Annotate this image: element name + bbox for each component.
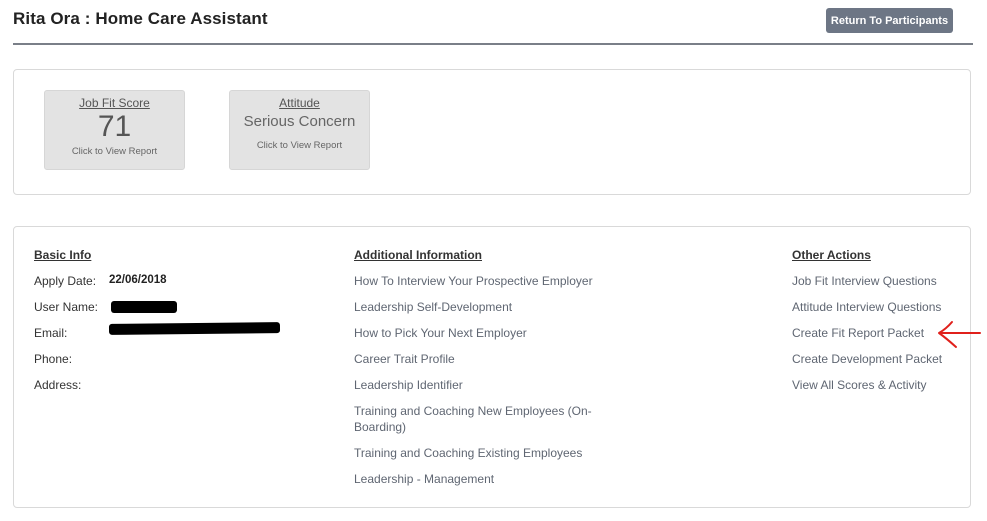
- page-title: Rita Ora : Home Care Assistant: [13, 9, 268, 28]
- basic-info-heading: Basic Info: [34, 248, 92, 262]
- job-fit-score-value: 71: [97, 110, 132, 143]
- other-actions-heading: Other Actions: [792, 248, 871, 262]
- attitude-card[interactable]: Attitude Serious Concern Click to View R…: [229, 90, 370, 170]
- link-job-fit-interview-questions[interactable]: Job Fit Interview Questions: [792, 273, 937, 289]
- apply-date-label: Apply Date:: [34, 274, 97, 288]
- attitude-title[interactable]: Attitude: [230, 96, 369, 110]
- link-training-existing-employees[interactable]: Training and Coaching Existing Employees: [354, 445, 582, 461]
- job-fit-score-title[interactable]: Job Fit Score: [45, 96, 184, 110]
- attitude-value: Serious Concern: [243, 113, 356, 130]
- job-fit-score-card[interactable]: Job Fit Score 71 Click to View Report: [44, 90, 185, 170]
- scores-panel: Job Fit Score 71 Click to View Report At…: [13, 69, 971, 195]
- link-leadership-identifier[interactable]: Leadership Identifier: [354, 377, 463, 393]
- attitude-view-report-hint: Click to View Report: [256, 140, 343, 151]
- link-view-all-scores-activity[interactable]: View All Scores & Activity: [792, 377, 927, 393]
- additional-info-heading: Additional Information: [354, 248, 482, 262]
- return-to-participants-button[interactable]: Return To Participants: [826, 8, 953, 33]
- link-training-new-employees-line2[interactable]: Boarding): [354, 419, 406, 435]
- user-name-label: User Name:: [34, 300, 99, 314]
- link-career-trait-profile[interactable]: Career Trait Profile: [354, 351, 455, 367]
- link-training-new-employees[interactable]: Training and Coaching New Employees (On-: [354, 403, 592, 419]
- job-fit-view-report-hint: Click to View Report: [71, 146, 158, 157]
- phone-label: Phone:: [34, 352, 73, 366]
- email-redaction: [108, 322, 281, 335]
- link-how-to-interview-employer[interactable]: How To Interview Your Prospective Employ…: [354, 273, 593, 289]
- link-leadership-self-development[interactable]: Leadership Self-Development: [354, 299, 512, 315]
- link-create-fit-report-packet[interactable]: Create Fit Report Packet: [792, 325, 924, 341]
- link-attitude-interview-questions[interactable]: Attitude Interview Questions: [792, 299, 941, 315]
- link-create-development-packet[interactable]: Create Development Packet: [792, 351, 942, 367]
- email-label: Email:: [34, 326, 68, 340]
- apply-date-value: 22/06/2018: [109, 274, 167, 286]
- link-leadership-management[interactable]: Leadership - Management: [354, 471, 494, 487]
- title-divider: [13, 43, 973, 45]
- address-label: Address:: [34, 378, 82, 392]
- link-pick-next-employer[interactable]: How to Pick Your Next Employer: [354, 325, 527, 341]
- info-panel: Basic Info Apply Date: 22/06/2018 User N…: [13, 226, 971, 508]
- user-name-redaction: [111, 301, 177, 313]
- red-arrow-icon: [938, 321, 981, 348]
